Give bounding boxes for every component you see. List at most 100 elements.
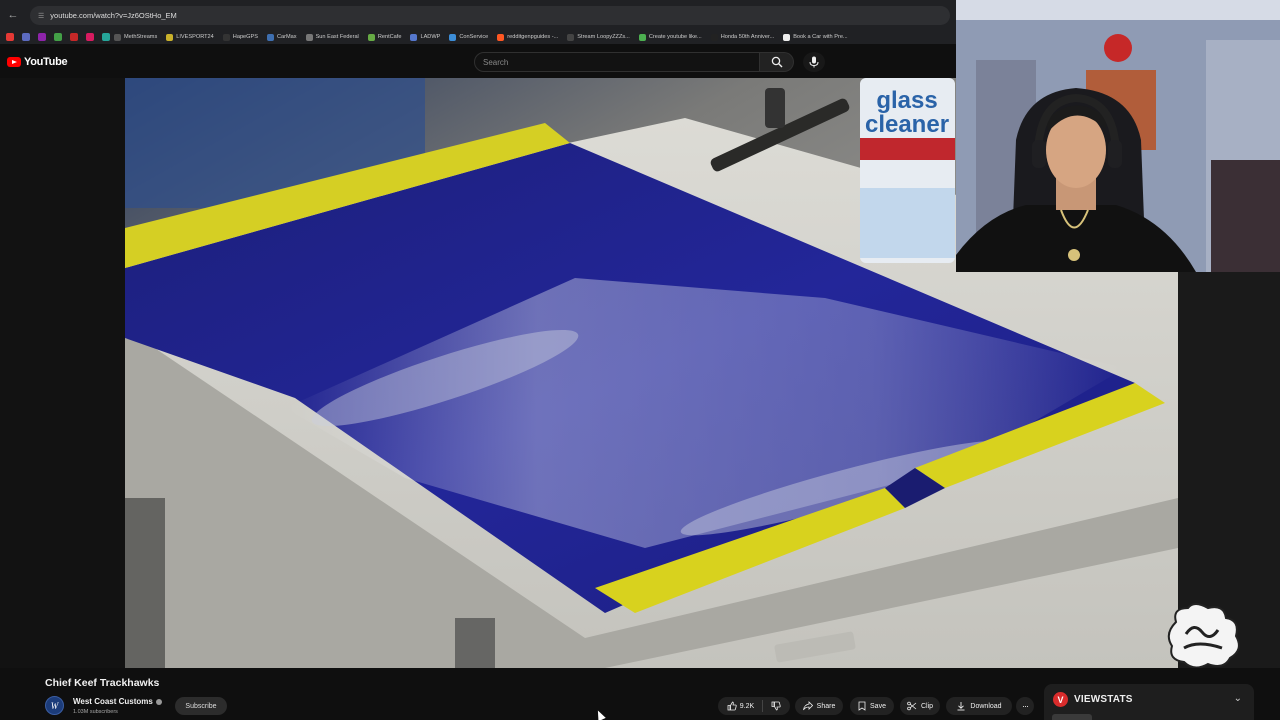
share-button[interactable]: Share [795, 697, 843, 715]
share-label: Share [816, 702, 836, 710]
like-dislike-group: 9.2K [718, 697, 790, 715]
like-count: 9.2K [739, 702, 755, 710]
bookmark-item[interactable]: MethStreams [114, 33, 158, 41]
youtube-play-icon [7, 57, 21, 67]
subscriber-count: 1.03M subscribers [73, 709, 118, 715]
thumbs-up-icon [727, 701, 737, 711]
download-label: Download [970, 702, 1002, 710]
microphone-icon [809, 56, 819, 68]
channel-avatar[interactable]: W [45, 696, 64, 715]
bookmark-label: HapeGPS [232, 34, 258, 40]
bookmark-icon-purple[interactable] [38, 33, 46, 41]
bookmark-favicon-icon [567, 33, 575, 41]
bookmark-icon-blue[interactable] [22, 33, 30, 41]
save-label: Save [870, 702, 886, 710]
site-info-icon[interactable]: ☰ [38, 12, 44, 20]
bookmark-favicon-icon [367, 33, 375, 41]
bookmark-favicon-icon [166, 33, 174, 41]
bookmark-item[interactable]: CarMax [266, 33, 297, 41]
browser-toolbar: ← ↻ ☰ youtube.com/watch?v=Jz6OStHo_EM [0, 0, 956, 30]
bookmark-favicon-icon [449, 33, 457, 41]
bookmark-label: Sun East Federal [315, 34, 359, 40]
bookmark-icon-red[interactable] [6, 33, 14, 41]
chevron-down-icon[interactable]: ⌄ [1234, 693, 1242, 704]
bookmark-icon-pink[interactable] [86, 33, 94, 41]
thumbs-down-icon[interactable] [771, 701, 781, 711]
bookmark-favicon-icon [497, 33, 505, 41]
bookmark-label: CarMax [276, 34, 297, 40]
more-actions-button[interactable]: ··· [1016, 697, 1034, 715]
share-icon [802, 701, 813, 711]
bookmark-favicon-icon [638, 33, 646, 41]
bookmark-item[interactable]: Honda 50th Anniver... [710, 33, 775, 41]
like-button[interactable]: 9.2K [727, 701, 754, 711]
like-divider [762, 700, 764, 712]
bookmark-label: MethStreams [124, 34, 158, 40]
bookmark-label: Book a Car with Pre... [793, 34, 848, 40]
bookmark-item[interactable]: redditgenpguides -... [497, 33, 559, 41]
bookmark-favicon-icon [710, 33, 718, 41]
bookmark-favicon-icon [410, 33, 418, 41]
bookmark-label: ConService [459, 34, 489, 40]
bookmark-item[interactable]: HapeGPS [222, 33, 258, 41]
voice-search-button[interactable] [803, 52, 825, 72]
bookmark-label: LADWP [420, 34, 441, 40]
bookmarks-bar: MethStreams LIVESPORT24 HapeGPS CarMax S… [0, 30, 956, 44]
bookmark-label: LIVESPORT24 [176, 34, 214, 40]
bookmark-item[interactable]: LIVESPORT24 [166, 33, 214, 41]
bookmark-item[interactable]: Create youtube like... [638, 33, 702, 41]
back-icon[interactable]: ← [4, 6, 22, 24]
bookmark-label: RentCafe [377, 34, 402, 40]
bookmark-favicon-icon [305, 33, 313, 41]
bookmark-favicon-icon [114, 33, 121, 41]
clip-button[interactable]: Clip [900, 697, 940, 715]
bookmark-item[interactable]: Stream LoopyZZZs... [567, 33, 630, 41]
bookmark-item[interactable]: Sun East Federal [305, 33, 359, 41]
bookmark-item[interactable]: LADWP [410, 33, 441, 41]
bookmark-favicon-icon [222, 33, 230, 41]
search-button[interactable] [760, 52, 794, 72]
viewstats-title: VIEWSTATS [1074, 694, 1133, 705]
channel-name: West Coast Customs [73, 697, 153, 706]
subscribe-button[interactable]: Subscribe [175, 697, 227, 715]
youtube-logo[interactable]: YouTube [7, 56, 68, 68]
search-icon [771, 56, 782, 68]
url-text: youtube.com/watch?v=Jz6OStHo_EM [50, 11, 177, 20]
bookmark-item[interactable]: ConService [449, 33, 489, 41]
channel-name-link[interactable]: West Coast Customs [73, 697, 162, 706]
video-title: Chief Keef Trackhawks [45, 677, 160, 689]
clip-label: Clip [920, 702, 934, 710]
download-icon [957, 702, 965, 711]
verified-badge-icon [155, 698, 162, 705]
youtube-header: YouTube Search [0, 44, 956, 78]
viewstats-logo-icon: V [1053, 692, 1068, 707]
smoke-logo-icon [1167, 603, 1240, 669]
download-button[interactable]: Download [946, 697, 1012, 715]
viewstats-extension-panel[interactable]: V VIEWSTATS ⌄ [1044, 684, 1254, 720]
youtube-logo-text: YouTube [24, 56, 68, 68]
bookmark-icon-teal[interactable] [102, 33, 110, 41]
search-input[interactable]: Search [474, 52, 760, 72]
svg-text:cleaner: cleaner [865, 111, 949, 138]
bookmark-icon-red2[interactable] [70, 33, 78, 41]
bookmark-label: Create youtube like... [648, 34, 702, 40]
address-bar[interactable]: ☰ youtube.com/watch?v=Jz6OStHo_EM [30, 6, 950, 25]
bookmark-save-icon [858, 701, 866, 711]
viewstats-tab[interactable] [1052, 714, 1092, 720]
svg-text:glass: glass [876, 87, 937, 114]
video-letterbox-left [0, 78, 125, 668]
bookmark-favicon-icon [783, 33, 791, 41]
bookmark-icon-green[interactable] [54, 33, 62, 41]
bookmark-label: redditgenpguides -... [507, 34, 559, 40]
bookmark-favicon-icon [266, 33, 274, 41]
search-placeholder: Search [483, 57, 509, 67]
bookmark-label: Honda 50th Anniver... [720, 34, 775, 40]
more-dots-icon: ··· [1022, 701, 1029, 711]
channel-watermark-logo [1164, 602, 1244, 670]
bookmark-label: Stream LoopyZZZs... [577, 34, 630, 40]
save-button[interactable]: Save [850, 697, 894, 715]
bookmark-item[interactable]: RentCafe [367, 33, 402, 41]
bookmark-item[interactable]: Book a Car with Pre... [783, 33, 848, 41]
webcam-image [956, 0, 1280, 272]
webcam-overlay [956, 0, 1280, 272]
